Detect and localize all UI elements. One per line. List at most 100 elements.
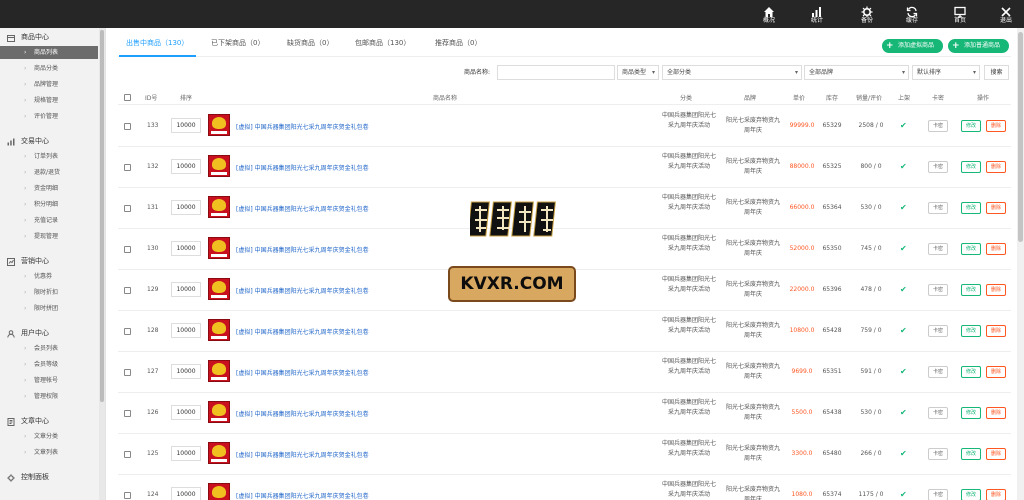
tab-free-shipping[interactable]: 包邮商品（130） — [355, 38, 410, 54]
main-scrollbar[interactable] — [1017, 28, 1024, 500]
sidebar-item[interactable]: › 退款/退货 — [0, 166, 98, 179]
tab-recommended[interactable]: 推荐商品（0） — [435, 38, 481, 54]
sidebar-scrollbar[interactable] — [99, 28, 105, 500]
sidebar-group-3[interactable]: 用户中心 — [0, 326, 98, 340]
topbar-item-0[interactable]: 概况 — [755, 0, 783, 28]
tab-on-sale[interactable]: 出售中商品（130） — [126, 38, 188, 54]
delete-button[interactable]: 删除 — [986, 366, 1006, 378]
category-select[interactable]: 全部分类 ▾ — [662, 65, 802, 80]
delete-button[interactable]: 删除 — [986, 489, 1006, 500]
edit-button[interactable]: 修改 — [961, 120, 981, 132]
edit-button[interactable]: 修改 — [961, 448, 981, 460]
sidebar-item[interactable]: › 订单列表 — [0, 150, 98, 163]
sidebar-group-2[interactable]: 营销中心 — [0, 254, 98, 268]
sidebar-item[interactable]: › 管理权限 — [0, 390, 98, 403]
goods-name-link[interactable]: [虚拟] 中国兵器集团阳光七采九周年庆贺金礼包卷 — [236, 163, 369, 172]
check-icon[interactable]: ✔ — [900, 204, 910, 212]
row-checkbox[interactable] — [124, 369, 131, 376]
row-checkbox[interactable] — [124, 205, 131, 212]
check-icon[interactable]: ✔ — [900, 163, 910, 171]
card-key-button[interactable]: 卡密 — [928, 448, 948, 460]
sort-input[interactable]: 10000 — [171, 323, 201, 338]
card-key-button[interactable]: 卡密 — [928, 366, 948, 378]
topbar-item-3[interactable]: 缓存 — [898, 0, 926, 28]
sidebar-item[interactable]: › 限时拼团 — [0, 302, 98, 315]
sort-input[interactable]: 10000 — [171, 118, 201, 133]
delete-button[interactable]: 删除 — [986, 202, 1006, 214]
tab-out-of-stock[interactable]: 缺货商品（0） — [287, 38, 333, 54]
sidebar-item[interactable]: › 文章分类 — [0, 430, 98, 443]
goods-name-input[interactable] — [497, 65, 615, 80]
delete-button[interactable]: 删除 — [986, 325, 1006, 337]
sidebar-item[interactable]: › 商品列表 — [0, 46, 98, 59]
check-icon[interactable]: ✔ — [900, 122, 910, 130]
row-checkbox[interactable] — [124, 328, 131, 335]
check-icon[interactable]: ✔ — [900, 368, 910, 376]
card-key-button[interactable]: 卡密 — [928, 284, 948, 296]
card-key-button[interactable]: 卡密 — [928, 489, 948, 500]
row-checkbox[interactable] — [124, 410, 131, 417]
sort-input[interactable]: 10000 — [171, 487, 201, 500]
sidebar-group-5[interactable]: 控制面板 — [0, 470, 98, 484]
sort-input[interactable]: 10000 — [171, 282, 201, 297]
row-checkbox[interactable] — [124, 492, 131, 499]
card-key-button[interactable]: 卡密 — [928, 161, 948, 173]
sidebar-item[interactable]: › 文章列表 — [0, 446, 98, 459]
select-all-checkbox[interactable] — [124, 94, 131, 101]
goods-name-link[interactable]: [虚拟] 中国兵器集团阳光七采九周年庆贺金礼包卷 — [236, 368, 369, 377]
edit-button[interactable]: 修改 — [961, 243, 981, 255]
add-virtual-goods-button[interactable]: + 添加虚拟商品 — [882, 39, 943, 53]
topbar-item-5[interactable]: 退出 — [992, 0, 1020, 28]
check-icon[interactable]: ✔ — [900, 450, 910, 458]
sidebar-item[interactable]: › 规格管理 — [0, 94, 98, 107]
sidebar-item[interactable]: › 会员列表 — [0, 342, 98, 355]
add-normal-goods-button[interactable]: + 添加普通商品 — [948, 39, 1009, 53]
sort-input[interactable]: 10000 — [171, 159, 201, 174]
sidebar-group-0[interactable]: 商品中心 — [0, 30, 98, 44]
sidebar-item[interactable]: › 资金明细 — [0, 182, 98, 195]
check-icon[interactable]: ✔ — [900, 327, 910, 335]
goods-name-link[interactable]: [虚拟] 中国兵器集团阳光七采九周年庆贺金礼包卷 — [236, 204, 369, 213]
row-checkbox[interactable] — [124, 123, 131, 130]
sort-input[interactable]: 10000 — [171, 200, 201, 215]
row-checkbox[interactable] — [124, 246, 131, 253]
edit-button[interactable]: 修改 — [961, 407, 981, 419]
edit-button[interactable]: 修改 — [961, 325, 981, 337]
sidebar-item[interactable]: › 管理帐号 — [0, 374, 98, 387]
check-icon[interactable]: ✔ — [900, 245, 910, 253]
sort-input[interactable]: 10000 — [171, 446, 201, 461]
edit-button[interactable]: 修改 — [961, 489, 981, 500]
check-icon[interactable]: ✔ — [900, 286, 910, 294]
goods-name-link[interactable]: [虚拟] 中国兵器集团阳光七采九周年庆贺金礼包卷 — [236, 450, 369, 459]
main-scrollbar-thumb[interactable] — [1018, 32, 1023, 242]
row-checkbox[interactable] — [124, 287, 131, 294]
edit-button[interactable]: 修改 — [961, 202, 981, 214]
sidebar-item[interactable]: › 会员等级 — [0, 358, 98, 371]
delete-button[interactable]: 删除 — [986, 243, 1006, 255]
edit-button[interactable]: 修改 — [961, 284, 981, 296]
edit-button[interactable]: 修改 — [961, 161, 981, 173]
card-key-button[interactable]: 卡密 — [928, 120, 948, 132]
sidebar-item[interactable]: › 优惠券 — [0, 270, 98, 283]
sidebar-item[interactable]: › 提现管理 — [0, 230, 98, 243]
card-key-button[interactable]: 卡密 — [928, 202, 948, 214]
sidebar-item[interactable]: › 充值记录 — [0, 214, 98, 227]
sidebar-item[interactable]: › 商品分类 — [0, 62, 98, 75]
search-button[interactable]: 搜索 — [984, 65, 1009, 80]
edit-button[interactable]: 修改 — [961, 366, 981, 378]
check-icon[interactable]: ✔ — [900, 491, 910, 499]
goods-name-link[interactable]: [虚拟] 中国兵器集团阳光七采九周年庆贺金礼包卷 — [236, 245, 369, 254]
delete-button[interactable]: 删除 — [986, 161, 1006, 173]
delete-button[interactable]: 删除 — [986, 284, 1006, 296]
topbar-item-4[interactable]: 首页 — [946, 0, 974, 28]
sidebar-item[interactable]: › 限时折扣 — [0, 286, 98, 299]
card-key-button[interactable]: 卡密 — [928, 407, 948, 419]
sort-order-select[interactable]: 默认排序 ▾ — [912, 65, 980, 80]
sort-input[interactable]: 10000 — [171, 241, 201, 256]
topbar-item-2[interactable]: 备份 — [853, 0, 881, 28]
sidebar-group-1[interactable]: 交易中心 — [0, 134, 98, 148]
brand-select[interactable]: 全部品牌 ▾ — [804, 65, 909, 80]
sort-input[interactable]: 10000 — [171, 405, 201, 420]
sidebar-item[interactable]: › 评价管理 — [0, 110, 98, 123]
card-key-button[interactable]: 卡密 — [928, 243, 948, 255]
